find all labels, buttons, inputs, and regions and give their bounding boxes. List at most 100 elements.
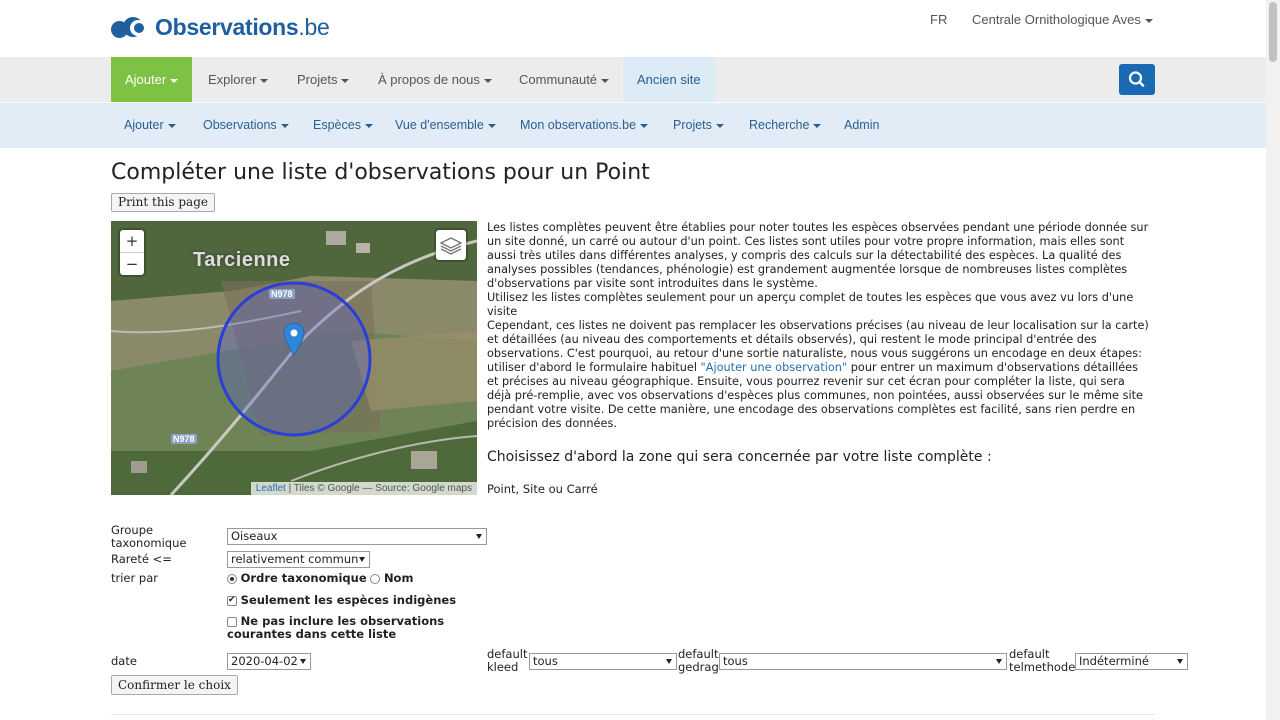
subnav-admin-label: Admin <box>844 118 880 132</box>
nav-explorer[interactable]: Explorer <box>208 57 269 102</box>
zoom-out-button[interactable]: − <box>120 252 144 275</box>
scrollbar-thumb[interactable] <box>1269 2 1277 62</box>
chevron-down-icon <box>260 78 269 83</box>
chevron-down-icon <box>170 78 179 83</box>
layers-icon <box>439 237 463 255</box>
kleed-label: default kleed <box>487 647 528 674</box>
main-navigation: Ajouter Explorer Projets À propos de nou… <box>0 57 1266 102</box>
subnav-observations-label: Observations <box>203 118 277 132</box>
chevron-down-icon <box>167 123 176 128</box>
subnav-ajouter-label: Ajouter <box>124 118 164 132</box>
rarete-label: Rareté <= <box>111 552 172 566</box>
subnav-especes[interactable]: Espèces <box>313 103 373 148</box>
map-attribution: Leaflet | Tiles © Google — Source: Googl… <box>250 482 477 495</box>
sort-taxonomic-label[interactable]: Ordre taxonomique <box>241 571 367 585</box>
site-logo[interactable]: Observations.be <box>111 14 330 41</box>
chevron-down-icon <box>341 78 350 83</box>
nav-a-propos[interactable]: À propos de nous <box>378 57 492 102</box>
organization-label: Centrale Ornithologique Aves <box>972 12 1141 27</box>
nav-ancien-site-label: Ancien site <box>637 72 701 87</box>
subnav-observations[interactable]: Observations <box>203 103 289 148</box>
exclude-checkbox[interactable] <box>227 616 237 627</box>
subnav-projets-label: Projets <box>673 118 712 132</box>
subnav-projets[interactable]: Projets <box>673 103 724 148</box>
sort-options: Ordre taxonomique Nom <box>227 572 413 585</box>
map-town-label: Tarcienne <box>193 249 291 271</box>
gedrag-select[interactable]: tous <box>719 653 1007 670</box>
subnav-mon-observations[interactable]: Mon observations.be <box>520 103 649 148</box>
rarete-select[interactable]: relativement commun <box>227 551 370 568</box>
nav-projets[interactable]: Projets <box>297 57 350 102</box>
divider <box>111 714 1155 715</box>
subnav-recherche[interactable]: Recherche <box>749 103 822 148</box>
subnav-vue-ensemble[interactable]: Vue d'ensemble <box>395 103 496 148</box>
chevron-down-icon <box>640 123 649 128</box>
chevron-down-icon <box>813 123 822 128</box>
print-page-button[interactable]: Print this page <box>111 193 215 212</box>
language-selector[interactable]: FR <box>930 12 947 27</box>
date-select-value: 2020-04-02 <box>231 654 298 668</box>
gedrag-label: default gedrag <box>678 647 719 674</box>
chevron-down-icon <box>1144 18 1153 23</box>
groupe-label: Groupe taxonomique <box>111 523 187 550</box>
intro-paragraph-3: Cependant, ces listes ne doivent pas rem… <box>487 319 1152 431</box>
nav-ancien-site[interactable]: Ancien site <box>623 57 715 102</box>
map-marker-icon[interactable] <box>283 322 305 356</box>
add-observation-link[interactable]: "Ajouter une observation" <box>701 361 848 374</box>
nav-communaute-label: Communauté <box>519 72 598 87</box>
subnav-especes-label: Espèces <box>313 118 361 132</box>
search-button[interactable] <box>1119 64 1155 95</box>
logo-text: Observations <box>155 14 299 40</box>
groupe-select[interactable]: Oiseaux <box>227 528 487 545</box>
kleed-select-value: tous <box>533 654 558 668</box>
dropdown-arrow-icon <box>359 557 365 562</box>
logo-icon <box>111 15 149 41</box>
dropdown-arrow-icon <box>996 659 1002 664</box>
layers-button[interactable] <box>436 230 466 260</box>
indigenous-label[interactable]: Seulement les espèces indigènes <box>241 593 456 607</box>
leaflet-link[interactable]: Leaflet <box>256 483 286 494</box>
chevron-down-icon <box>601 78 610 83</box>
telmethode-select[interactable]: Indéterminé <box>1075 653 1188 670</box>
nav-ajouter-label: Ajouter <box>125 72 167 87</box>
exclude-option: Ne pas inclure les observations courante… <box>227 615 487 641</box>
location-map[interactable]: Tarcienne N978 N978 + − Leaflet | Tiles … <box>111 221 477 495</box>
telmethode-label: default telmethode <box>1009 647 1076 674</box>
indigenous-option: Seulement les espèces indigènes <box>227 594 456 607</box>
nav-a-propos-label: À propos de nous <box>378 72 480 87</box>
page-scrollbar[interactable] <box>1266 0 1280 720</box>
intro-paragraph-1: Les listes complètes peuvent être établi… <box>487 221 1149 290</box>
organization-menu[interactable]: Centrale Ornithologique Aves <box>972 12 1153 27</box>
intro-paragraph-2: Utilisez les listes complètes seulement … <box>487 291 1134 318</box>
dropdown-arrow-icon <box>476 534 482 539</box>
telmethode-select-value: Indéterminé <box>1079 654 1149 668</box>
chevron-down-icon <box>483 78 492 83</box>
subnav-ajouter[interactable]: Ajouter <box>124 103 176 148</box>
indigenous-checkbox[interactable] <box>227 594 237 607</box>
attribution-text: | Tiles © Google — Source: Google maps <box>285 483 472 494</box>
kleed-select[interactable]: tous <box>529 653 677 670</box>
date-select[interactable]: 2020-04-02 <box>227 653 311 670</box>
trier-label: trier par <box>111 571 158 585</box>
map-road-label: N978 <box>269 289 295 299</box>
map-road-label: N978 <box>171 434 197 444</box>
subnav-admin[interactable]: Admin <box>844 103 879 148</box>
zoom-in-button[interactable]: + <box>120 230 144 252</box>
sort-name-label[interactable]: Nom <box>384 571 414 585</box>
sort-name-radio[interactable] <box>370 573 381 584</box>
subnav-mon-observations-label: Mon observations.be <box>520 118 637 132</box>
nav-explorer-label: Explorer <box>208 72 257 87</box>
dropdown-arrow-icon <box>666 659 672 664</box>
map-zoom-control: + − <box>120 230 144 275</box>
sort-taxonomic-radio[interactable] <box>227 573 237 584</box>
logo-suffix: .be <box>298 14 330 40</box>
chevron-down-icon <box>280 123 289 128</box>
zone-choice-label: Point, Site ou Carré <box>487 482 598 496</box>
exclude-label[interactable]: Ne pas inclure les observations courante… <box>227 614 444 641</box>
nav-ajouter[interactable]: Ajouter <box>111 57 193 102</box>
groupe-select-value: Oiseaux <box>231 529 278 543</box>
sub-navigation: Ajouter Observations Espèces Vue d'ensem… <box>0 103 1266 148</box>
confirm-button[interactable]: Confirmer le choix <box>111 675 238 695</box>
date-label: date <box>111 654 137 668</box>
nav-communaute[interactable]: Communauté <box>519 57 610 102</box>
